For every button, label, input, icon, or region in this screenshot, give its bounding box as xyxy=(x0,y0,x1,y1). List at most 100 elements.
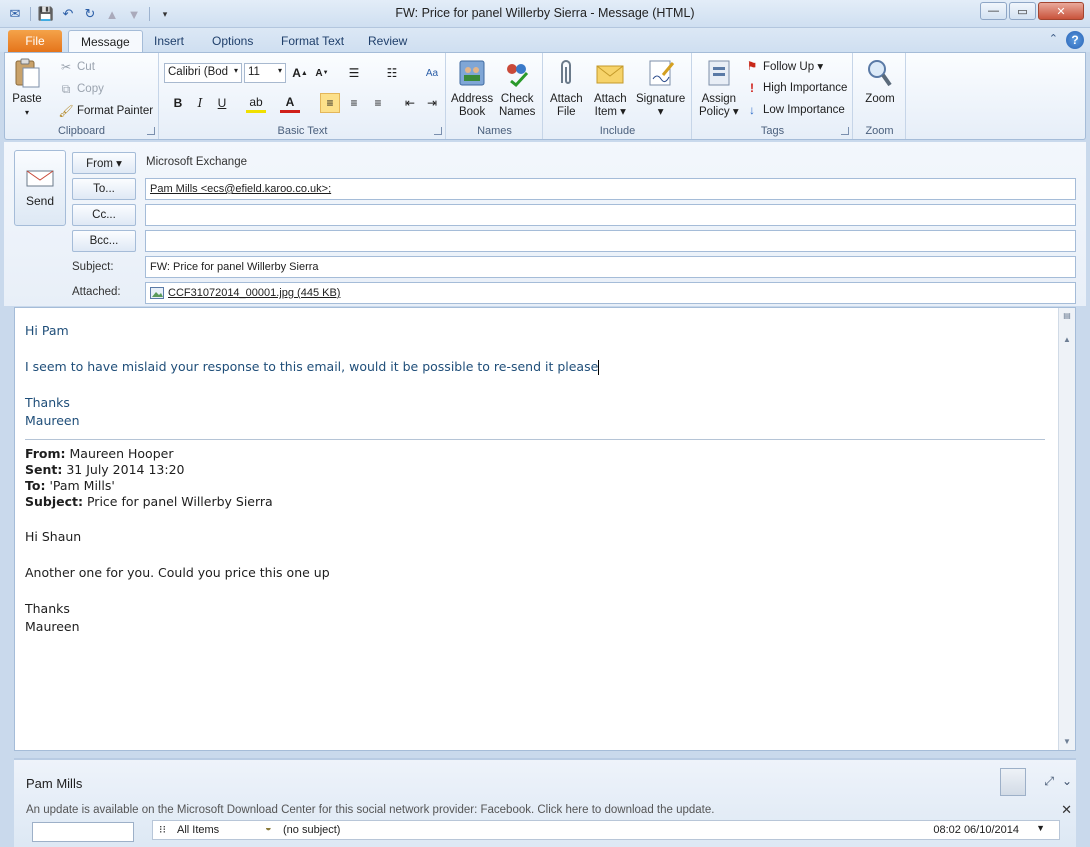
copy-icon: ⧉ xyxy=(61,81,71,96)
clipboard-launcher-icon[interactable] xyxy=(147,127,155,135)
maximize-button[interactable]: ▭ xyxy=(1009,2,1036,20)
increase-indent-icon[interactable]: ⇥ xyxy=(422,93,442,113)
vertical-scrollbar[interactable]: ▤ ▲ ▼ xyxy=(1058,308,1075,750)
align-left-icon[interactable]: ≡ xyxy=(320,93,340,113)
decrease-indent-icon[interactable]: ⇤ xyxy=(400,93,420,113)
message-body[interactable]: Hi Pam I seem to have mislaid your respo… xyxy=(14,307,1076,751)
attach-item-button[interactable]: Attach Item ▾ xyxy=(594,57,627,119)
tags-launcher-icon[interactable] xyxy=(841,127,849,135)
bcc-button[interactable]: Bcc... xyxy=(72,230,136,252)
align-center-icon[interactable]: ≡ xyxy=(344,93,364,113)
expand-icon[interactable]: ⤢ xyxy=(1044,774,1054,789)
tab-file[interactable]: File xyxy=(8,30,62,52)
follow-up-label: Follow Up ▾ xyxy=(763,61,824,73)
fwd-subject-value: Price for panel Willerby Sierra xyxy=(86,494,273,509)
close-button[interactable]: ✕ xyxy=(1038,2,1084,20)
font-name-combo[interactable]: Calibri (Bod ▾ xyxy=(164,63,242,83)
font-color-icon[interactable]: A xyxy=(280,93,300,113)
to-recipient[interactable]: Pam Mills <ecs@efield.karoo.co.uk>; xyxy=(150,183,331,195)
avatar xyxy=(1000,768,1026,796)
tab-message[interactable]: Message xyxy=(68,30,143,52)
signature-icon xyxy=(649,60,674,86)
paste-button[interactable]: Paste ▾ xyxy=(11,57,43,119)
address-book-icon xyxy=(459,60,485,86)
send-button[interactable]: Send xyxy=(14,150,66,226)
body-line-text: I seem to have mislaid your response to … xyxy=(25,359,599,374)
send-label: Send xyxy=(25,194,55,208)
feed-filter[interactable]: All Items xyxy=(177,824,219,836)
fwd-from-value: Maureen Hooper xyxy=(69,446,174,461)
cc-button[interactable]: Cc... xyxy=(72,204,136,226)
from-button[interactable]: From ▾ xyxy=(72,152,136,174)
low-importance-button[interactable]: ↓ Low Importance xyxy=(745,100,845,120)
feed-item[interactable]: (no subject) xyxy=(283,824,340,836)
close-notice-icon[interactable]: ✕ xyxy=(1061,802,1072,818)
zoom-group-label: Zoom xyxy=(865,125,894,137)
fwd-to-label: To: xyxy=(25,478,46,493)
fwd-thanks: Thanks xyxy=(25,601,70,616)
feed-scroll-down-icon[interactable]: ▼ xyxy=(1036,823,1045,833)
to-field[interactable]: Pam Mills <ecs@efield.karoo.co.uk>; xyxy=(145,178,1076,200)
tab-review[interactable]: Review xyxy=(356,30,419,52)
cc-field[interactable] xyxy=(145,204,1076,226)
include-label: Include xyxy=(599,125,636,137)
high-importance-button[interactable]: ! High Importance xyxy=(745,78,847,98)
chevron-down-icon[interactable]: ⌄ xyxy=(1062,774,1072,788)
help-icon[interactable]: ? xyxy=(1066,31,1084,49)
address-book-button[interactable]: Address Book xyxy=(451,57,493,119)
check-names-button[interactable]: Check Names xyxy=(499,57,535,119)
names-label: Names xyxy=(477,125,512,137)
highlight-icon[interactable]: ab xyxy=(246,93,266,113)
zoom-button[interactable]: Zoom xyxy=(864,57,896,106)
ribbon: Paste ▾ ✂ Cut ⧉ Copy 🖌 Format Painter Cl… xyxy=(4,52,1086,140)
fwd-sent-value: 31 July 2014 13:20 xyxy=(66,462,185,477)
align-right-icon[interactable]: ≡ xyxy=(368,93,388,113)
paste-dropdown-icon: ▾ xyxy=(24,108,29,117)
collapse-ribbon-icon[interactable]: ⌃ xyxy=(1049,32,1058,45)
text-cursor xyxy=(598,360,600,375)
grow-font-icon[interactable]: A ▲ xyxy=(290,63,310,83)
fwd-subject-label: Subject: xyxy=(25,494,83,509)
fwd-signature: Maureen xyxy=(25,619,80,634)
assign-policy-label-2: Policy ▾ xyxy=(699,106,739,118)
attach-item-label-1: Attach xyxy=(594,93,627,105)
basic-text-launcher-icon[interactable] xyxy=(434,127,442,135)
fwd-body-line: Another one for you. Could you price thi… xyxy=(25,565,330,580)
clipboard-label: Clipboard xyxy=(57,125,106,137)
italic-icon[interactable]: I xyxy=(190,93,210,113)
font-size-combo[interactable]: 11 ▾ xyxy=(244,63,286,83)
shrink-font-icon[interactable]: A ▼ xyxy=(312,63,332,83)
tab-insert[interactable]: Insert xyxy=(142,30,196,52)
assign-policy-button[interactable]: Assign Policy ▾ xyxy=(699,57,739,119)
tab-format-text[interactable]: Format Text xyxy=(269,30,356,52)
flag-icon: ⚑ xyxy=(746,59,758,73)
cut-button[interactable]: ✂ Cut xyxy=(59,57,95,77)
image-file-icon xyxy=(150,287,164,299)
format-painter-button[interactable]: 🖌 Format Painter xyxy=(58,101,153,121)
subject-field[interactable]: FW: Price for panel Willerby Sierra xyxy=(145,256,1076,278)
underline-icon[interactable]: U xyxy=(212,93,232,113)
follow-up-button[interactable]: ⚑ Follow Up ▾ xyxy=(745,56,824,76)
attached-label: Attached: xyxy=(72,286,121,298)
zoom-label: Zoom xyxy=(865,93,895,105)
signature-button[interactable]: Signature ▾ xyxy=(636,57,685,119)
attach-file-button[interactable]: Attach File xyxy=(550,57,583,119)
bcc-field[interactable] xyxy=(145,230,1076,252)
attachment-link[interactable]: CCF31072014_00001.jpg (445 KB) xyxy=(168,287,340,299)
to-button[interactable]: To... xyxy=(72,178,136,200)
update-notice[interactable]: An update is available on the Microsoft … xyxy=(26,804,714,816)
ribbon-tabs: File Message Insert Options Format Text … xyxy=(0,28,1090,52)
copy-button[interactable]: ⧉ Copy xyxy=(59,79,104,99)
numbering-icon[interactable]: ☷ xyxy=(382,63,402,83)
scroll-down-icon[interactable]: ▼ xyxy=(1061,736,1073,748)
tab-options[interactable]: Options xyxy=(200,30,265,52)
clear-formatting-icon[interactable]: Aa xyxy=(422,63,442,83)
bullets-icon[interactable]: ☰ xyxy=(344,63,364,83)
bold-icon[interactable]: B xyxy=(168,93,188,113)
minimize-button[interactable]: — xyxy=(980,2,1007,20)
envelope-icon xyxy=(596,65,624,84)
ruler-toggle-icon[interactable]: ▤ xyxy=(1061,310,1073,322)
names-group: Address Book Check Names Names xyxy=(447,53,543,139)
scroll-up-icon[interactable]: ▲ xyxy=(1061,334,1073,346)
people-list-box[interactable] xyxy=(32,822,134,842)
